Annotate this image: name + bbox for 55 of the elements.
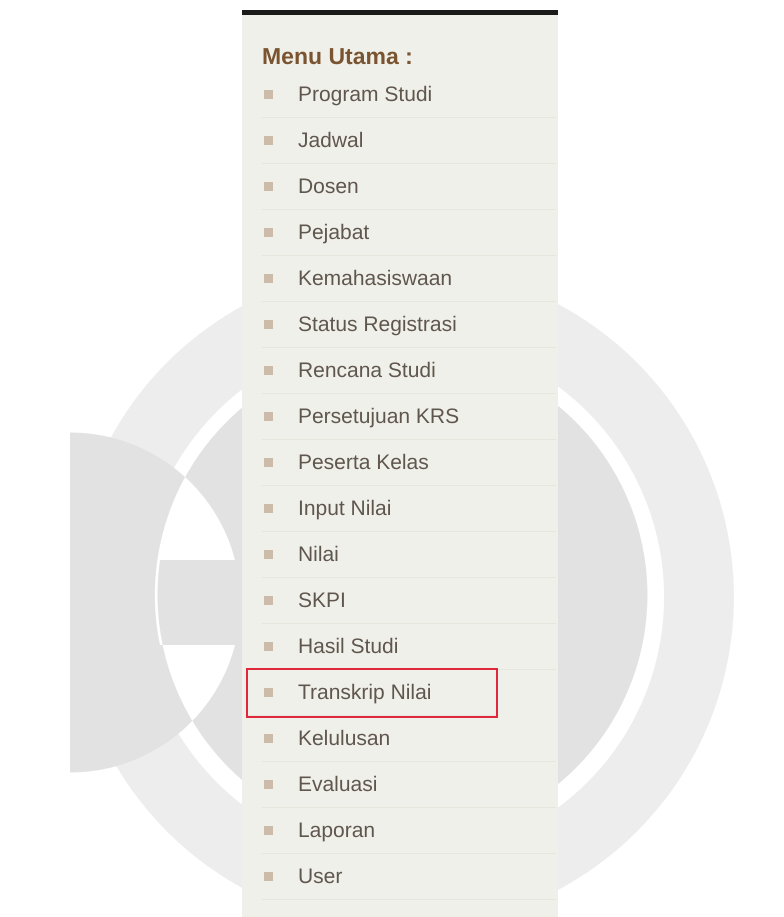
menu-item[interactable]: Peserta Kelas bbox=[262, 440, 556, 486]
menu-item-label: Kelulusan bbox=[298, 726, 390, 752]
menu-item[interactable]: Persetujuan KRS bbox=[262, 394, 556, 440]
bullet-icon bbox=[264, 550, 273, 559]
menu-item-label: Kemahasiswaan bbox=[298, 266, 452, 292]
menu-item-label: Dosen bbox=[298, 174, 359, 200]
menu-item-label: Pejabat bbox=[298, 220, 370, 246]
menu-item[interactable]: Jadwal bbox=[262, 118, 556, 164]
menu-item-label: Status Registrasi bbox=[298, 312, 457, 338]
menu-item-label: Rencana Studi bbox=[298, 358, 436, 384]
bullet-icon bbox=[264, 734, 273, 743]
menu-item[interactable]: Rencana Studi bbox=[262, 348, 556, 394]
menu-item[interactable]: User bbox=[262, 854, 556, 900]
menu-item[interactable]: Dosen bbox=[262, 164, 556, 210]
menu-item-label: Hasil Studi bbox=[298, 634, 398, 660]
bullet-icon bbox=[264, 228, 273, 237]
bullet-icon bbox=[264, 136, 273, 145]
bullet-icon bbox=[264, 826, 273, 835]
menu-item[interactable]: SKPI bbox=[262, 578, 556, 624]
bullet-icon bbox=[264, 504, 273, 513]
menu-item-label: Laporan bbox=[298, 818, 376, 844]
bullet-icon bbox=[264, 366, 273, 375]
menu-item-label: Peserta Kelas bbox=[298, 450, 429, 476]
menu-item[interactable]: Input Nilai bbox=[262, 486, 556, 532]
menu-item-label: Jadwal bbox=[298, 128, 364, 154]
menu-item-label: Transkrip Nilai bbox=[298, 680, 432, 706]
menu-item-label: Program Studi bbox=[298, 82, 432, 108]
menu-title: Menu Utama : bbox=[262, 42, 414, 71]
menu-item-label: Nilai bbox=[298, 542, 339, 568]
bullet-icon bbox=[264, 688, 273, 697]
menu-item[interactable]: Pejabat bbox=[262, 210, 556, 256]
bullet-icon bbox=[264, 412, 273, 421]
menu-item[interactable]: Kemahasiswaan bbox=[262, 256, 556, 302]
menu-item-label: User bbox=[298, 864, 342, 890]
menu-item[interactable]: Program Studi bbox=[262, 72, 556, 118]
bullet-icon bbox=[264, 780, 273, 789]
menu-item[interactable]: Nilai bbox=[262, 532, 556, 578]
menu-item[interactable]: Kelulusan bbox=[262, 716, 556, 762]
bullet-icon bbox=[264, 458, 273, 467]
menu-item-label: SKPI bbox=[298, 588, 346, 614]
menu-item-label: Input Nilai bbox=[298, 496, 392, 522]
highlighted-menu-item[interactable]: Transkrip Nilai bbox=[248, 670, 496, 716]
menu-item[interactable]: Hasil Studi bbox=[262, 624, 556, 670]
menu-item[interactable]: Evaluasi bbox=[262, 762, 556, 808]
menu-item-label: Evaluasi bbox=[298, 772, 378, 798]
bullet-icon bbox=[264, 90, 273, 99]
bullet-icon bbox=[264, 596, 273, 605]
bullet-icon bbox=[264, 320, 273, 329]
bullet-icon bbox=[264, 642, 273, 651]
menu-item-label: Persetujuan KRS bbox=[298, 404, 460, 430]
menu-item[interactable]: Laporan bbox=[262, 808, 556, 854]
bullet-icon bbox=[264, 182, 273, 191]
menu-item[interactable]: Status Registrasi bbox=[262, 302, 556, 348]
bullet-icon bbox=[264, 872, 273, 881]
bullet-icon bbox=[264, 274, 273, 283]
